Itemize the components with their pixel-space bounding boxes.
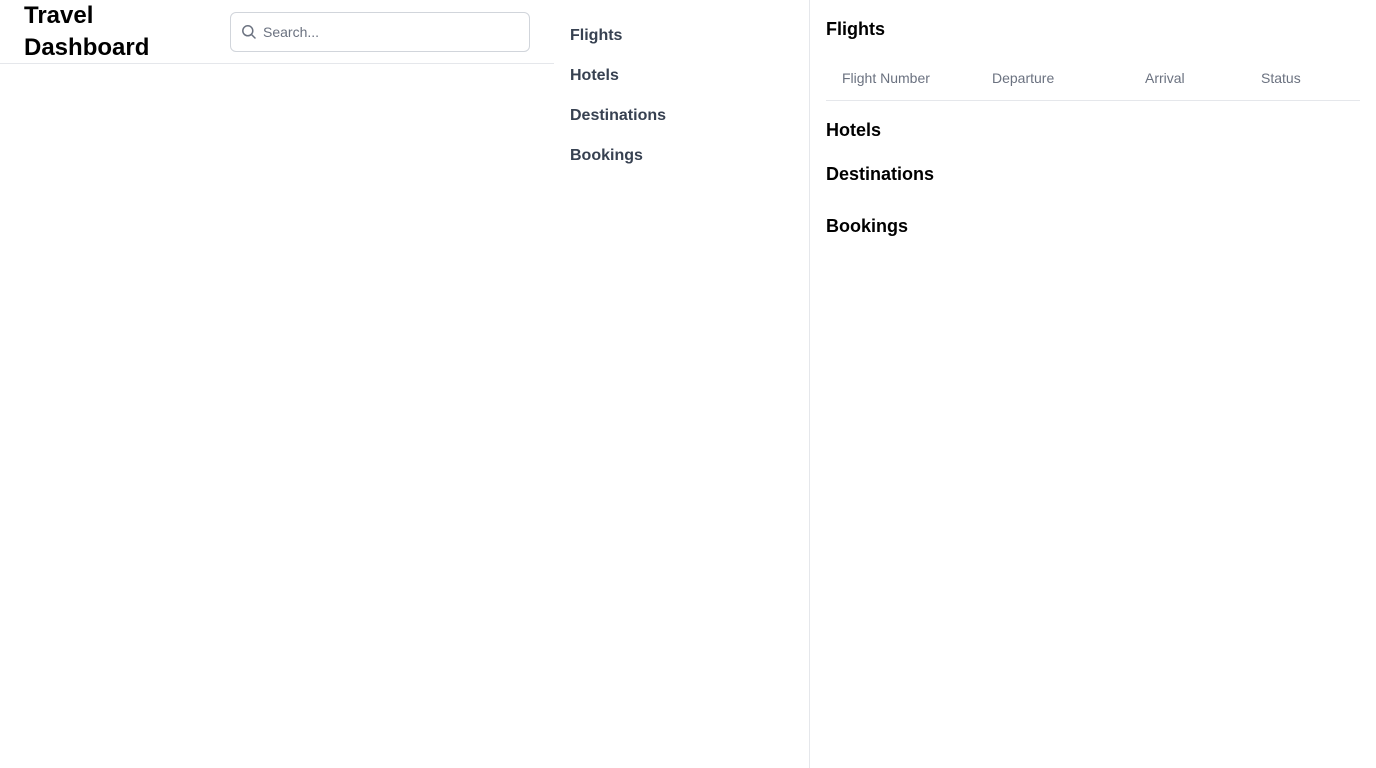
- column-header-flight-number: Flight Number: [826, 56, 976, 101]
- flights-table: Flight Number Departure Arrival Status: [826, 56, 1360, 101]
- table-header-row: Flight Number Departure Arrival Status: [826, 56, 1360, 101]
- column-header-arrival: Arrival: [1129, 56, 1245, 101]
- app-title: Travel Dashboard: [24, 2, 150, 61]
- nav-item-hotels[interactable]: Hotels: [570, 62, 790, 102]
- column-header-departure: Departure: [976, 56, 1129, 101]
- main-nav: Flights Hotels Destinations Bookings: [570, 22, 790, 182]
- vertical-divider: [809, 0, 810, 768]
- flights-section-title: Flights: [826, 19, 885, 39]
- search-input[interactable]: [263, 13, 523, 51]
- column-header-status: Status: [1245, 56, 1360, 101]
- nav-item-flights[interactable]: Flights: [570, 22, 790, 62]
- nav-item-destinations[interactable]: Destinations: [570, 102, 790, 142]
- travel-dashboard: Travel Dashboard Flights Hotels Destinat…: [0, 0, 1376, 768]
- search-icon: [241, 24, 257, 40]
- header: Travel Dashboard: [0, 0, 554, 64]
- search-box[interactable]: [230, 12, 530, 52]
- destinations-section-title: Destinations: [826, 164, 935, 184]
- nav-item-bookings[interactable]: Bookings: [570, 142, 790, 182]
- bookings-section-title: Bookings: [826, 216, 909, 236]
- hotels-section-title: Hotels: [826, 120, 882, 140]
